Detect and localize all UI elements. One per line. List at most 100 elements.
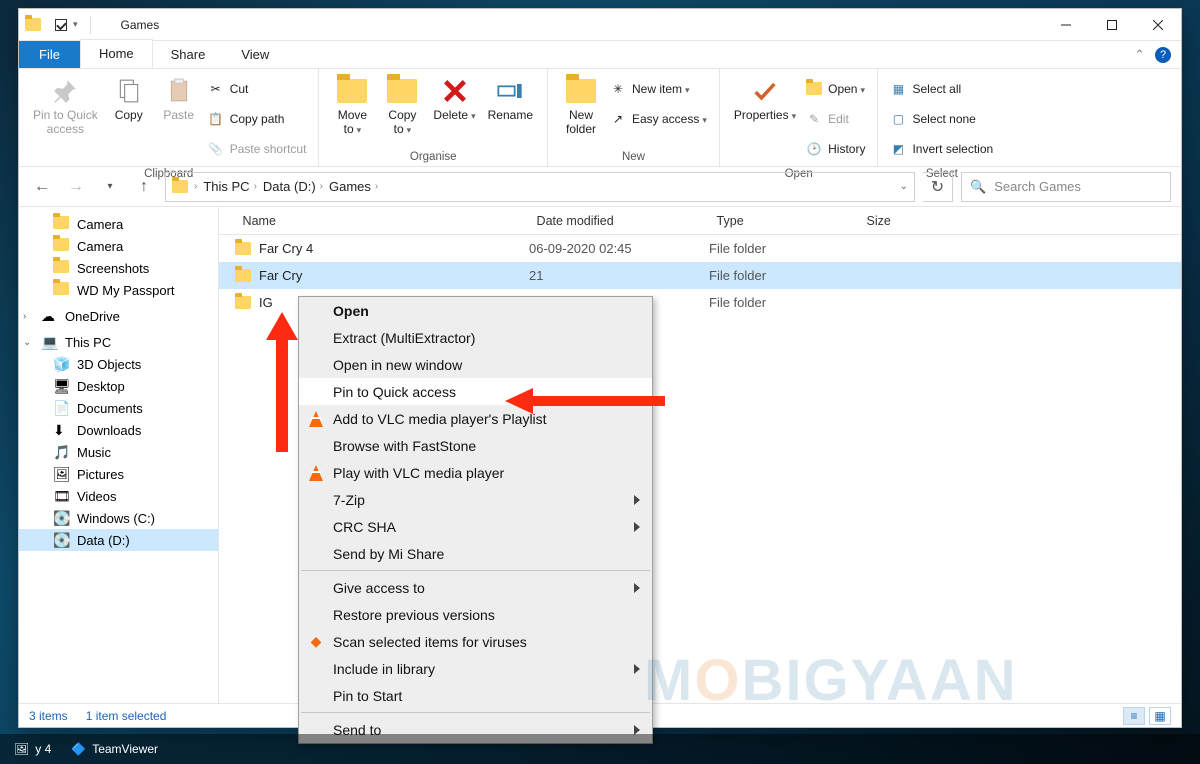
- breadcrumb[interactable]: Data (D:)›: [263, 179, 323, 194]
- sidebar-item-label: 3D Objects: [77, 357, 141, 372]
- sidebar-item[interactable]: Screenshots: [19, 257, 218, 279]
- details-view-button[interactable]: ≡: [1123, 707, 1145, 725]
- rename-button[interactable]: Rename: [482, 71, 539, 127]
- sidebar-item[interactable]: 📄Documents: [19, 397, 218, 419]
- maximize-button[interactable]: [1089, 9, 1135, 40]
- ctx-restore-versions[interactable]: Restore previous versions: [299, 601, 652, 628]
- sidebar-item-label: Camera: [77, 239, 123, 254]
- sidebar-item[interactable]: ›☁OneDrive: [19, 305, 218, 327]
- ctx-open-new-window[interactable]: Open in new window: [299, 351, 652, 378]
- ctx-scan-viruses[interactable]: ◆Scan selected items for viruses: [299, 628, 652, 655]
- properties-button[interactable]: Properties: [728, 71, 802, 127]
- forward-button[interactable]: →: [63, 174, 89, 200]
- sidebar-item-label: Camera: [77, 217, 123, 232]
- icons-view-button[interactable]: ▦: [1149, 707, 1171, 725]
- ctx-give-access[interactable]: Give access to: [299, 574, 652, 601]
- ctx-vlc-play[interactable]: Play with VLC media player: [299, 459, 652, 486]
- group-select: ▦Select all ▢Select none ◩Invert selecti…: [878, 69, 1005, 166]
- ctx-crc-sha[interactable]: CRC SHA: [299, 513, 652, 540]
- collapse-ribbon-icon[interactable]: ⌃: [1134, 47, 1145, 63]
- edit-button[interactable]: ✎Edit: [806, 105, 865, 132]
- folder-open-icon: [806, 81, 822, 97]
- search-input[interactable]: 🔍 Search Games: [961, 172, 1171, 202]
- back-button[interactable]: ←: [29, 174, 55, 200]
- breadcrumb[interactable]: This PC›: [203, 179, 257, 194]
- up-button[interactable]: ↑: [131, 174, 157, 200]
- drive-icon: 💽: [53, 510, 69, 526]
- ctx-faststone[interactable]: Browse with FastStone: [299, 432, 652, 459]
- new-folder-button[interactable]: New folder: [556, 71, 606, 141]
- new-item-button[interactable]: ✳New item: [610, 75, 707, 102]
- sidebar-item[interactable]: 🎞Videos: [19, 485, 218, 507]
- open-button[interactable]: Open: [806, 75, 865, 102]
- sidebar-item[interactable]: ⬇Downloads: [19, 419, 218, 441]
- folder-icon: [337, 79, 367, 103]
- help-icon[interactable]: ?: [1155, 47, 1171, 63]
- ctx-extract[interactable]: Extract (MultiExtractor): [299, 324, 652, 351]
- recent-dropdown[interactable]: ▾: [97, 174, 123, 200]
- copy-to-button[interactable]: Copy to: [377, 71, 427, 141]
- delete-button[interactable]: Delete: [427, 71, 481, 127]
- sidebar-item[interactable]: 🖥Desktop: [19, 375, 218, 397]
- taskbar-item[interactable]: 🔷TeamViewer: [63, 734, 166, 764]
- easy-access-icon: ↗: [610, 111, 626, 127]
- ctx-open[interactable]: Open: [299, 297, 652, 324]
- ctx-vlc-add[interactable]: Add to VLC media player's Playlist: [299, 405, 652, 432]
- address-bar[interactable]: › This PC› Data (D:)› Games› ⌄: [165, 172, 915, 202]
- invert-selection-button[interactable]: ◩Invert selection: [890, 135, 993, 162]
- paste-button[interactable]: Paste: [154, 71, 204, 127]
- tab-share[interactable]: Share: [153, 41, 224, 68]
- breadcrumb[interactable]: Games›: [329, 179, 378, 194]
- tab-file[interactable]: File: [19, 41, 80, 68]
- qat-checkbox-icon[interactable]: [55, 19, 67, 31]
- easy-access-button[interactable]: ↗Easy access: [610, 105, 707, 132]
- file-row[interactable]: Far Cry 406-09-2020 02:45File folder: [219, 235, 1181, 262]
- ctx-mi-share[interactable]: Send by Mi Share: [299, 540, 652, 567]
- sidebar-item[interactable]: 💽 Windows (C:): [19, 507, 218, 529]
- sidebar-item[interactable]: ⌄💻This PC: [19, 331, 218, 353]
- docs-icon: 📄: [53, 400, 69, 416]
- col-type[interactable]: Type: [717, 214, 867, 228]
- tab-view[interactable]: View: [223, 41, 287, 68]
- column-headers[interactable]: ⌃ Name Date modified Type Size: [219, 207, 1181, 235]
- tab-home[interactable]: Home: [80, 39, 153, 68]
- col-date[interactable]: Date modified: [537, 214, 717, 228]
- sidebar-item[interactable]: WD My Passport: [19, 279, 218, 301]
- file-name: Far Cry: [259, 268, 302, 283]
- folder-icon: [172, 180, 188, 193]
- minimize-button[interactable]: [1043, 9, 1089, 40]
- pin-quick-access-button[interactable]: Pin to Quick access: [27, 71, 104, 141]
- ctx-include-library[interactable]: Include in library: [299, 655, 652, 682]
- group-organise: Move to Copy to Delete Rename Organise: [319, 69, 548, 166]
- sidebar-item-label: Windows (C:): [77, 511, 155, 526]
- file-row[interactable]: Far Cry21File folder: [219, 262, 1181, 289]
- sidebar-item[interactable]: Camera: [19, 235, 218, 257]
- select-none-button[interactable]: ▢Select none: [890, 105, 993, 132]
- sidebar-item[interactable]: 🖼Pictures: [19, 463, 218, 485]
- ctx-7zip[interactable]: 7-Zip: [299, 486, 652, 513]
- qat-dropdown-icon[interactable]: ▾: [71, 19, 80, 30]
- rename-icon: [494, 75, 526, 107]
- taskbar-item[interactable]: 🖼y 4: [6, 734, 59, 764]
- address-dropdown-icon[interactable]: ⌄: [900, 181, 908, 192]
- sidebar-item[interactable]: 🎵Music: [19, 441, 218, 463]
- close-button[interactable]: [1135, 9, 1181, 40]
- folder-icon: [235, 242, 251, 255]
- select-all-button[interactable]: ▦Select all: [890, 75, 993, 102]
- copy-path-button[interactable]: 📋Copy path: [208, 105, 307, 132]
- search-placeholder: Search Games: [994, 179, 1081, 194]
- ctx-pin-start[interactable]: Pin to Start: [299, 682, 652, 709]
- sidebar-item[interactable]: Camera: [19, 213, 218, 235]
- ctx-pin-quick-access[interactable]: Pin to Quick access: [299, 378, 652, 405]
- cut-button[interactable]: ✂Cut: [208, 75, 307, 102]
- move-to-button[interactable]: Move to: [327, 71, 377, 141]
- paste-shortcut-button[interactable]: 📎Paste shortcut: [208, 135, 307, 162]
- col-size[interactable]: Size: [867, 214, 967, 228]
- col-name[interactable]: Name: [227, 214, 537, 228]
- copy-button[interactable]: Copy: [104, 71, 154, 127]
- sidebar-item[interactable]: 💽Data (D:): [19, 529, 218, 551]
- sidebar-item[interactable]: 🧊3D Objects: [19, 353, 218, 375]
- refresh-button[interactable]: ↻: [923, 172, 953, 202]
- nav-tree[interactable]: Camera Camera ScreenshotsWD My Passport ›☁O…: [19, 207, 219, 703]
- history-button[interactable]: 🕑History: [806, 135, 865, 162]
